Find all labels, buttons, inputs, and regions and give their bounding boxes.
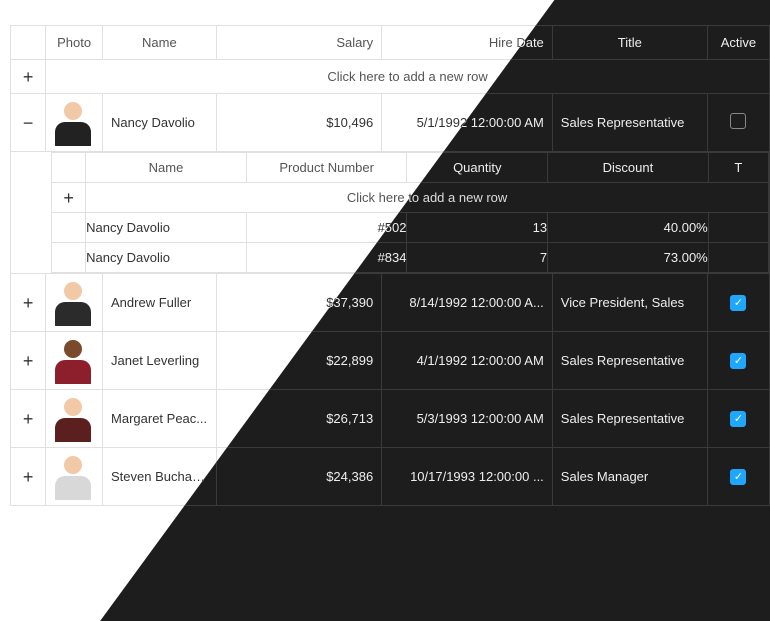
detail-extra[interactable] [708, 213, 768, 243]
photo-cell [46, 332, 103, 390]
employee-grid: PhotoNameSalaryHire DateTitleActive+Clic… [10, 25, 770, 506]
hire-date-cell[interactable]: 10/17/1993 12:00:00 ... [382, 448, 553, 506]
header-active[interactable]: Active [707, 26, 769, 60]
checkbox[interactable] [730, 113, 746, 129]
salary-cell[interactable]: $26,713 [216, 390, 381, 448]
header-title[interactable]: Title [552, 26, 707, 60]
title-cell[interactable]: Sales Representative [552, 332, 707, 390]
table-row[interactable]: + Steven Buchan...$24,38610/17/1993 12:00… [11, 448, 770, 506]
add-icon[interactable]: + [52, 183, 86, 213]
name-cell[interactable]: Steven Buchan... [103, 448, 217, 506]
detail-header-blank [52, 153, 86, 183]
checkbox[interactable]: ✓ [730, 295, 746, 311]
table-row[interactable]: + Andrew Fuller$37,3908/14/1992 12:00:00 … [11, 274, 770, 332]
name-cell[interactable]: Margaret Peac... [103, 390, 217, 448]
detail-panel: NameProduct NumberQuantityDiscountT+Clic… [11, 152, 770, 274]
expand-icon[interactable]: + [11, 274, 46, 332]
detail-discount[interactable]: 73.00% [548, 243, 709, 273]
collapse-icon[interactable]: − [11, 94, 46, 152]
active-cell[interactable]: ✓ [707, 332, 769, 390]
title-cell[interactable]: Sales Manager [552, 448, 707, 506]
detail-extra[interactable] [708, 243, 768, 273]
active-cell[interactable]: ✓ [707, 274, 769, 332]
detail-header-quantity[interactable]: Quantity [407, 153, 548, 183]
add-icon[interactable]: + [11, 60, 46, 94]
avatar [54, 334, 92, 384]
salary-cell[interactable]: $37,390 [216, 274, 381, 332]
header-hire-date[interactable]: Hire Date [382, 26, 553, 60]
salary-cell[interactable]: $10,496 [216, 94, 381, 152]
checkbox[interactable]: ✓ [730, 469, 746, 485]
hire-date-cell[interactable]: 5/1/1992 12:00:00 AM [382, 94, 553, 152]
detail-header-discount[interactable]: Discount [548, 153, 709, 183]
detail-header-product-number[interactable]: Product Number [246, 153, 407, 183]
checkbox[interactable]: ✓ [730, 353, 746, 369]
expand-icon[interactable]: + [11, 332, 46, 390]
expand-icon[interactable]: + [11, 390, 46, 448]
salary-cell[interactable]: $24,386 [216, 448, 381, 506]
detail-quantity[interactable]: 7 [407, 243, 548, 273]
detail-name[interactable]: Nancy Davolio [86, 243, 247, 273]
photo-cell [46, 390, 103, 448]
detail-discount[interactable]: 40.00% [548, 213, 709, 243]
add-row[interactable]: +Click here to add a new row [11, 60, 770, 94]
table-row[interactable]: + Janet Leverling$22,8994/1/1992 12:00:00… [11, 332, 770, 390]
detail-header-name[interactable]: Name [86, 153, 247, 183]
detail-quantity[interactable]: 13 [407, 213, 548, 243]
active-cell[interactable]: ✓ [707, 390, 769, 448]
title-cell[interactable]: Vice President, Sales [552, 274, 707, 332]
header-name[interactable]: Name [103, 26, 217, 60]
detail-grid: NameProduct NumberQuantityDiscountT+Clic… [51, 152, 769, 273]
detail-blank [52, 213, 86, 243]
detail-row[interactable]: Nancy Davolio#5021340.00% [52, 213, 769, 243]
add-row-text[interactable]: Click here to add a new row [46, 60, 770, 94]
header-row: PhotoNameSalaryHire DateTitleActive [11, 26, 770, 60]
header-blank [11, 26, 46, 60]
detail-row[interactable]: Nancy Davolio#834773.00% [52, 243, 769, 273]
photo-cell [46, 448, 103, 506]
active-cell[interactable]: ✓ [707, 448, 769, 506]
table-row[interactable]: −Nancy Davolio$10,4965/1/1992 12:00:00 A… [11, 94, 770, 152]
avatar [54, 450, 92, 500]
detail-header-truncated[interactable]: T [708, 153, 768, 183]
detail-product-number[interactable]: #502 [246, 213, 407, 243]
name-cell[interactable]: Andrew Fuller [103, 274, 217, 332]
checkbox[interactable]: ✓ [730, 411, 746, 427]
avatar [54, 276, 92, 326]
hire-date-cell[interactable]: 4/1/1992 12:00:00 AM [382, 332, 553, 390]
expand-icon[interactable]: + [11, 448, 46, 506]
detail-add-row[interactable]: +Click here to add a new row [52, 183, 769, 213]
header-photo[interactable]: Photo [46, 26, 103, 60]
photo-cell [46, 274, 103, 332]
detail-header-row: NameProduct NumberQuantityDiscountT [52, 153, 769, 183]
table-row[interactable]: + Margaret Peac...$26,7135/3/1993 12:00:0… [11, 390, 770, 448]
name-cell[interactable]: Nancy Davolio [103, 94, 217, 152]
photo-cell [46, 94, 103, 152]
avatar [54, 96, 92, 146]
title-cell[interactable]: Sales Representative [552, 390, 707, 448]
detail-name[interactable]: Nancy Davolio [86, 213, 247, 243]
detail-product-number[interactable]: #834 [246, 243, 407, 273]
hire-date-cell[interactable]: 5/3/1993 12:00:00 AM [382, 390, 553, 448]
detail-add-row-text[interactable]: Click here to add a new row [86, 183, 769, 213]
active-cell[interactable] [707, 94, 769, 152]
name-cell[interactable]: Janet Leverling [103, 332, 217, 390]
header-salary[interactable]: Salary [216, 26, 381, 60]
detail-blank [52, 243, 86, 273]
salary-cell[interactable]: $22,899 [216, 332, 381, 390]
avatar [54, 392, 92, 442]
hire-date-cell[interactable]: 8/14/1992 12:00:00 A... [382, 274, 553, 332]
title-cell[interactable]: Sales Representative [552, 94, 707, 152]
